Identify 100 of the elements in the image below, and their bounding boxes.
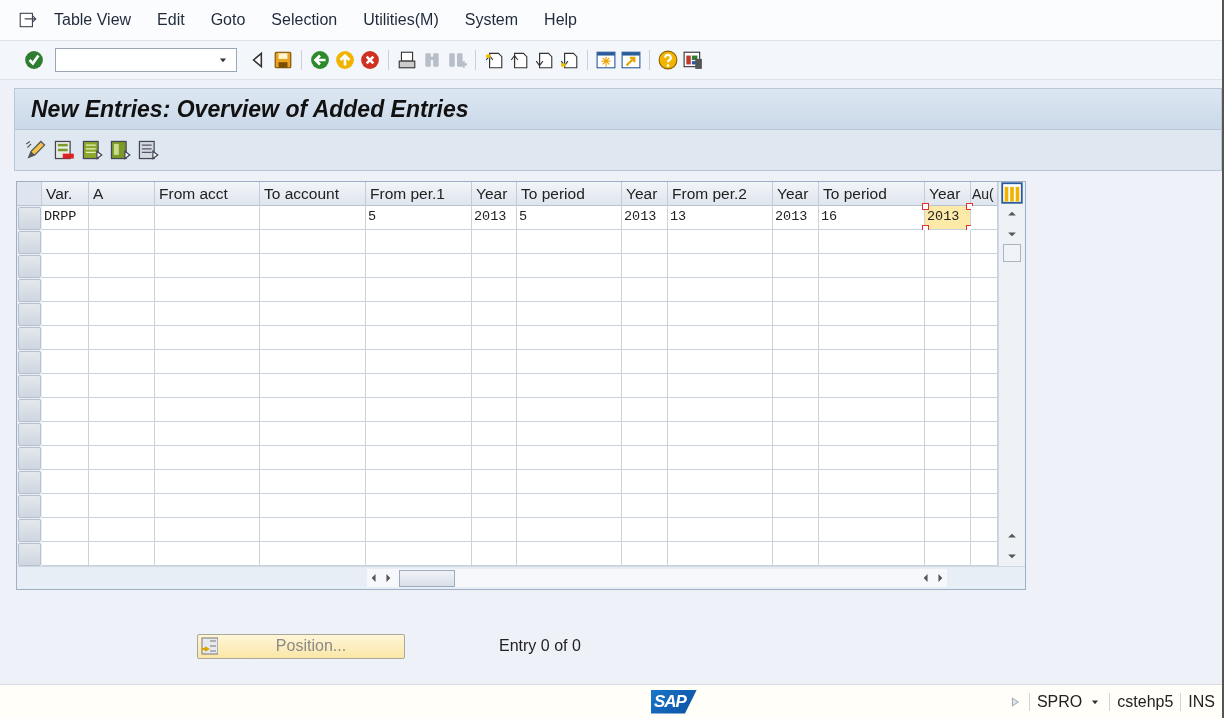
table-cell[interactable] (622, 326, 668, 350)
table-cell[interactable] (622, 302, 668, 326)
table-cell[interactable] (366, 302, 472, 326)
table-cell[interactable] (42, 278, 89, 302)
table-cell[interactable] (622, 398, 668, 422)
table-cell[interactable] (517, 518, 622, 542)
table-cell[interactable] (668, 278, 773, 302)
row-selector[interactable] (18, 423, 41, 446)
table-cell[interactable] (971, 302, 998, 326)
table-cell[interactable] (260, 470, 366, 494)
table-cell[interactable] (971, 374, 998, 398)
table-cell[interactable] (517, 494, 622, 518)
table-cell[interactable] (819, 398, 925, 422)
table-cell[interactable] (517, 374, 622, 398)
table-cell[interactable] (622, 518, 668, 542)
table-cell[interactable] (819, 470, 925, 494)
table-cell[interactable] (155, 206, 260, 230)
table-cell[interactable] (89, 278, 155, 302)
table-cell[interactable] (773, 446, 819, 470)
table-cell[interactable]: 16 (819, 206, 925, 230)
table-cell[interactable] (260, 302, 366, 326)
delete-row-icon[interactable] (53, 139, 75, 161)
table-cell[interactable] (773, 254, 819, 278)
table-cell[interactable] (366, 374, 472, 398)
table-cell[interactable] (260, 398, 366, 422)
table-cell[interactable] (971, 422, 998, 446)
menu-item[interactable]: Utilities(M) (363, 11, 439, 29)
table-cell[interactable] (260, 446, 366, 470)
table-cell[interactable] (42, 326, 89, 350)
table-cell[interactable] (42, 350, 89, 374)
table-cell[interactable] (472, 254, 517, 278)
table-cell[interactable] (472, 542, 517, 566)
previous-page-icon[interactable] (509, 50, 529, 70)
table-cell[interactable] (773, 494, 819, 518)
table-cell[interactable] (260, 518, 366, 542)
table-cell[interactable] (925, 326, 971, 350)
table-cell[interactable] (971, 518, 998, 542)
find-icon[interactable] (422, 50, 442, 70)
scroll-thumb[interactable] (399, 569, 455, 587)
table-cell[interactable] (971, 278, 998, 302)
table-cell[interactable] (42, 398, 89, 422)
table-cell[interactable] (366, 398, 472, 422)
row-selector[interactable] (18, 399, 41, 422)
pencil-icon[interactable] (25, 139, 47, 161)
find-next-icon[interactable] (447, 50, 467, 70)
table-cell[interactable] (42, 542, 89, 566)
table-cell[interactable] (622, 350, 668, 374)
table-cell[interactable] (668, 326, 773, 350)
row-selector[interactable] (18, 495, 41, 518)
table-cell[interactable] (366, 542, 472, 566)
column-header[interactable]: To period (517, 182, 622, 206)
table-cell[interactable] (472, 302, 517, 326)
table-cell[interactable] (773, 350, 819, 374)
table-cell[interactable] (668, 374, 773, 398)
table-cell[interactable] (89, 398, 155, 422)
table-cell[interactable] (517, 542, 622, 566)
table-cell[interactable] (517, 326, 622, 350)
table-cell[interactable] (925, 422, 971, 446)
table-cell[interactable] (925, 350, 971, 374)
table-cell[interactable] (819, 422, 925, 446)
table-cell[interactable] (260, 374, 366, 398)
table-cell[interactable] (155, 398, 260, 422)
select-block-icon[interactable] (109, 139, 131, 161)
row-selector[interactable] (18, 231, 41, 254)
table-cell[interactable]: 2013 (622, 206, 668, 230)
table-cell[interactable] (472, 326, 517, 350)
table-cell[interactable] (819, 494, 925, 518)
row-selector[interactable] (18, 255, 41, 278)
table-cell[interactable] (773, 518, 819, 542)
table-cell[interactable] (819, 254, 925, 278)
table-cell[interactable] (971, 254, 998, 278)
table-cell[interactable] (517, 422, 622, 446)
table-cell[interactable] (366, 494, 472, 518)
table-cell[interactable] (155, 326, 260, 350)
next-page-icon[interactable] (534, 50, 554, 70)
menu-item[interactable]: Edit (157, 11, 185, 29)
table-cell[interactable] (517, 446, 622, 470)
new-session-icon[interactable] (596, 50, 616, 70)
table-cell[interactable] (668, 470, 773, 494)
table-cell[interactable] (668, 518, 773, 542)
table-cell[interactable] (773, 542, 819, 566)
row-selector[interactable] (18, 519, 41, 542)
command-field[interactable] (55, 48, 237, 72)
table-cell[interactable] (517, 254, 622, 278)
table-cell[interactable] (773, 374, 819, 398)
table-cell[interactable] (517, 278, 622, 302)
column-header[interactable]: From per.1 (366, 182, 472, 206)
table-cell[interactable] (925, 278, 971, 302)
table-cell[interactable] (366, 518, 472, 542)
table-cell[interactable] (366, 350, 472, 374)
table-cell[interactable] (155, 302, 260, 326)
table-cell[interactable] (819, 302, 925, 326)
table-cell[interactable] (925, 542, 971, 566)
table-cell[interactable] (472, 494, 517, 518)
table-cell[interactable] (819, 350, 925, 374)
table-cell[interactable] (366, 422, 472, 446)
table-cell[interactable] (668, 254, 773, 278)
table-cell[interactable] (155, 494, 260, 518)
table-cell[interactable] (42, 470, 89, 494)
table-cell[interactable] (668, 230, 773, 254)
